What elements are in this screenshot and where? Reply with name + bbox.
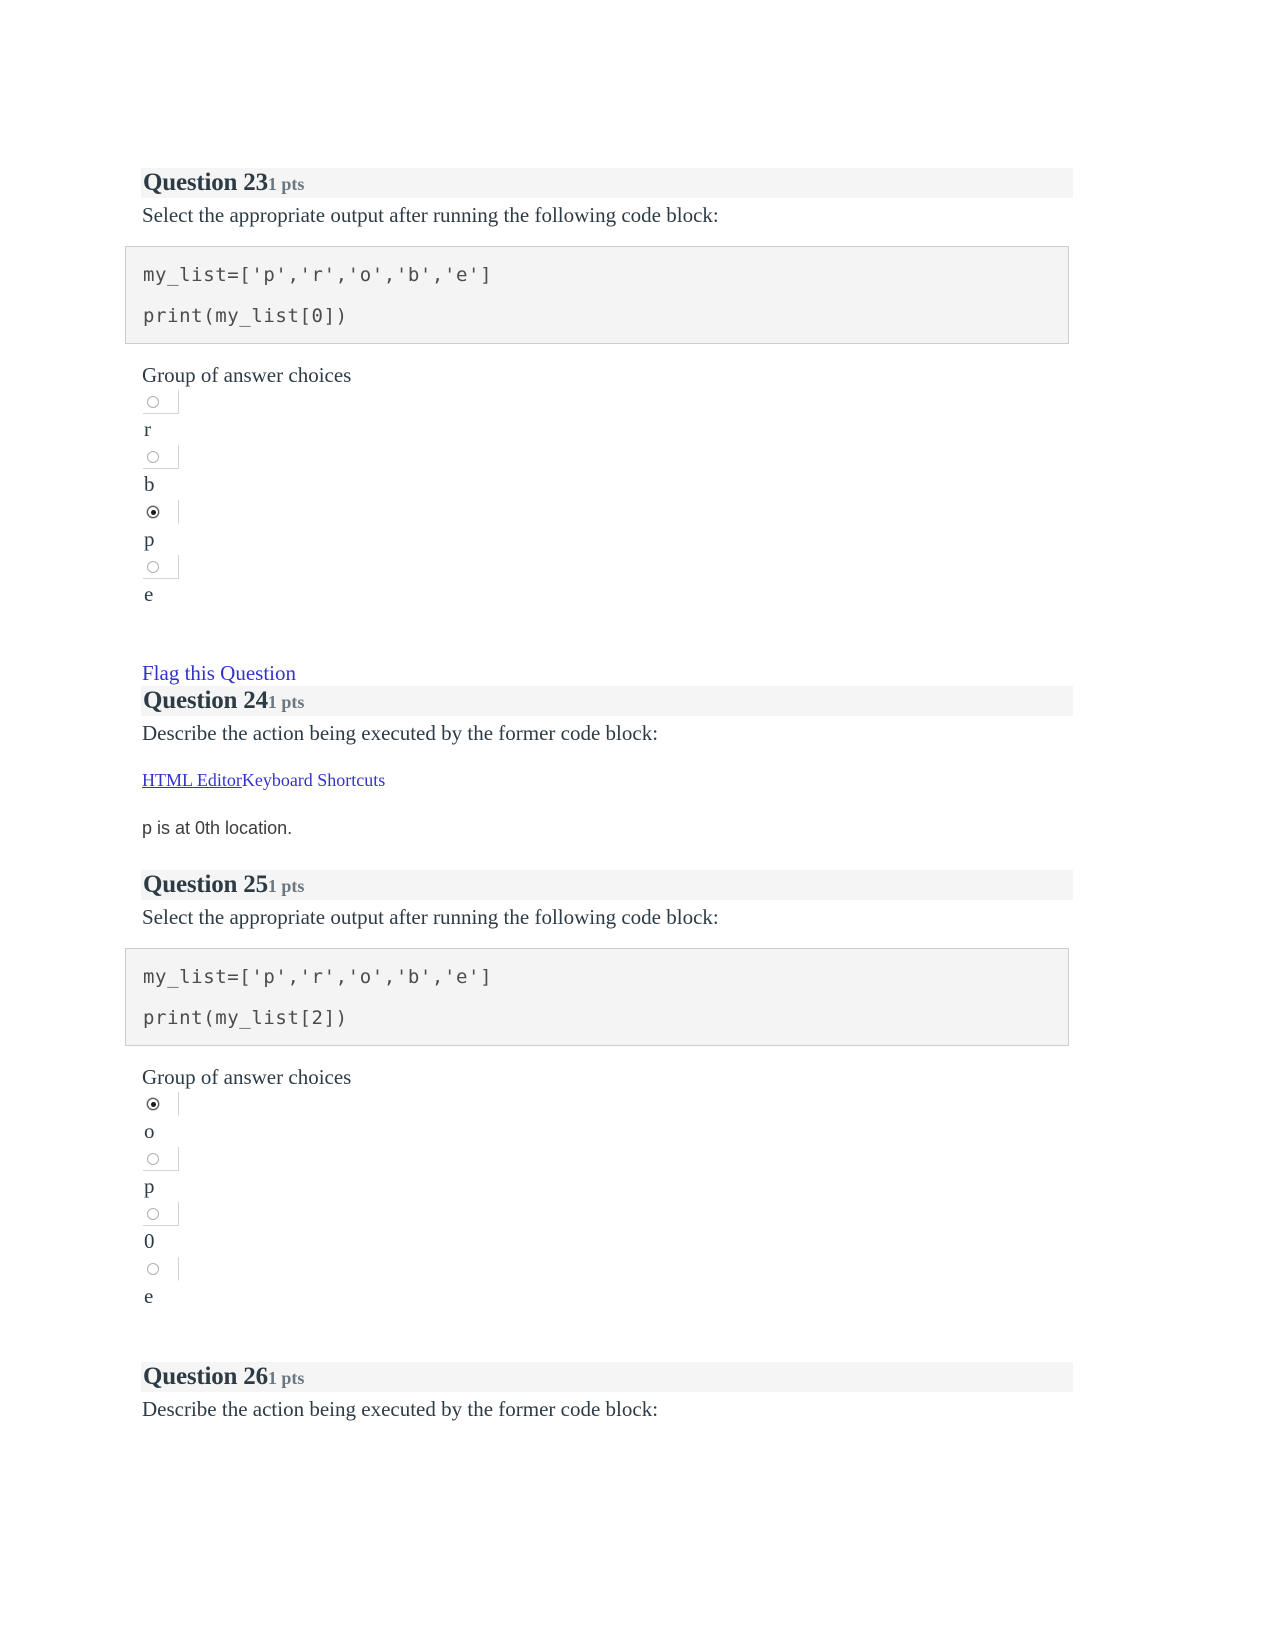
choice-label: p xyxy=(144,1174,155,1198)
question-header-23: Question 231 pts xyxy=(141,168,1073,198)
radio-button-icon[interactable] xyxy=(147,1153,159,1165)
question-title-26: Question 26 xyxy=(143,1363,268,1390)
choice-list-25: o p 0 e xyxy=(141,1092,1073,1310)
radio-button-icon[interactable] xyxy=(147,1208,159,1220)
radio-button-icon[interactable] xyxy=(147,451,159,463)
question-prompt-26: Describe the action being executed by th… xyxy=(142,1397,659,1421)
flag-question-link-23[interactable]: Flag this Question xyxy=(142,660,296,686)
radio-button-icon[interactable] xyxy=(147,396,159,408)
list-item[interactable]: p xyxy=(141,500,1073,553)
radio-cell[interactable] xyxy=(143,1202,179,1226)
quiz-page: Question 231 pts Select the appropriate … xyxy=(0,0,1275,1651)
answers-label-23: Group of answer choices xyxy=(142,363,352,387)
choice-label: p xyxy=(144,527,155,551)
code-line-1: my_list=['p','r','o','b','e'] xyxy=(143,264,493,286)
radio-button-icon[interactable] xyxy=(147,561,159,573)
code-line-2: print(my_list[2]) xyxy=(143,1007,348,1029)
choice-label: e xyxy=(144,1284,154,1308)
question-points-25: 1 pts xyxy=(267,876,305,896)
question-points-24: 1 pts xyxy=(267,692,305,712)
question-title-25: Question 25 xyxy=(143,871,268,898)
radio-cell[interactable] xyxy=(143,1147,179,1171)
question-points-26: 1 pts xyxy=(267,1368,305,1388)
list-item[interactable]: 0 xyxy=(141,1202,1073,1255)
choice-label: r xyxy=(144,417,151,441)
list-item[interactable]: b xyxy=(141,445,1073,498)
editor-toolbar-links: HTML EditorKeyboard Shortcuts xyxy=(142,769,1073,791)
question-header-24: Question 241 pts xyxy=(141,686,1073,716)
question-header-25: Question 251 pts xyxy=(141,870,1073,900)
radio-cell[interactable] xyxy=(143,500,179,524)
choice-label: e xyxy=(144,582,154,606)
question-title-24: Question 24 xyxy=(143,687,268,714)
quiz-content: Question 231 pts Select the appropriate … xyxy=(125,168,1073,1423)
radio-cell[interactable] xyxy=(143,445,179,469)
radio-button-selected-icon[interactable] xyxy=(147,506,159,518)
question-points-23: 1 pts xyxy=(267,174,305,194)
radio-cell[interactable] xyxy=(143,555,179,579)
list-item[interactable]: r xyxy=(141,390,1073,443)
question-prompt-24: Describe the action being executed by th… xyxy=(142,721,659,745)
radio-cell[interactable] xyxy=(143,1257,179,1281)
code-block-23: my_list=['p','r','o','b','e'] print(my_l… xyxy=(125,246,1069,344)
code-line-2: print(my_list[0]) xyxy=(143,305,348,327)
choice-label: o xyxy=(144,1119,155,1143)
question-block-24: Question 241 pts Describe the action bei… xyxy=(141,686,1073,870)
question-title-23: Question 23 xyxy=(143,169,268,196)
response-answer-24: p is at 0th location. xyxy=(142,818,293,838)
question-block-23: Question 231 pts Select the appropriate … xyxy=(125,168,1073,686)
code-block-25: my_list=['p','r','o','b','e'] print(my_l… xyxy=(125,948,1069,1046)
question-block-26: Question 261 pts Describe the action bei… xyxy=(141,1362,1073,1423)
code-line-1: my_list=['p','r','o','b','e'] xyxy=(143,966,493,988)
choice-list-23: r b p e xyxy=(141,390,1073,608)
list-item[interactable]: e xyxy=(141,1257,1073,1310)
radio-button-icon[interactable] xyxy=(147,1263,159,1275)
question-prompt-25: Select the appropriate output after runn… xyxy=(142,905,719,929)
question-block-25: Question 251 pts Select the appropriate … xyxy=(125,870,1073,1362)
radio-cell[interactable] xyxy=(143,1092,179,1116)
question-header-26: Question 261 pts xyxy=(141,1362,1073,1392)
list-item[interactable]: o xyxy=(141,1092,1073,1145)
radio-cell[interactable] xyxy=(143,390,179,414)
keyboard-shortcuts-link[interactable]: Keyboard Shortcuts xyxy=(242,770,385,790)
question-prompt-23: Select the appropriate output after runn… xyxy=(142,203,719,227)
choice-label: b xyxy=(144,472,155,496)
html-editor-link[interactable]: HTML Editor xyxy=(142,770,242,790)
radio-button-selected-icon[interactable] xyxy=(147,1098,159,1110)
choice-label: 0 xyxy=(144,1229,155,1253)
answers-label-25: Group of answer choices xyxy=(142,1065,352,1089)
list-item[interactable]: e xyxy=(141,555,1073,608)
list-item[interactable]: p xyxy=(141,1147,1073,1200)
